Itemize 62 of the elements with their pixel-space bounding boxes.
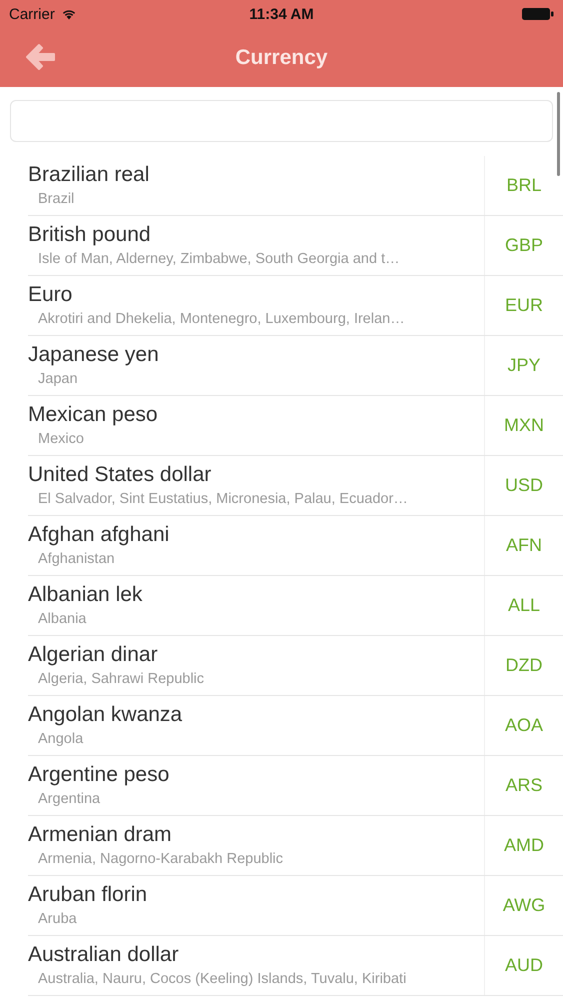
country-list: Australia, Nauru, Cocos (Keeling) Islands, Tuvalu, Kiribati xyxy=(38,968,484,990)
currency-row[interactable]: Aruban florin Aruba AWG xyxy=(28,876,563,936)
currency-row[interactable]: Mexican peso Mexico MXN xyxy=(28,396,563,456)
currency-code: DZD xyxy=(484,636,563,695)
country-list: Isle of Man, Alderney, Zimbabwe, South Georgia and t… xyxy=(38,248,484,270)
currency-row[interactable]: United States dollar El Salvador, Sint Eustatius, Micronesia, Palau, Ecuador… USD xyxy=(28,456,563,516)
search-field[interactable] xyxy=(10,100,553,142)
currency-code: GBP xyxy=(484,216,563,275)
country-list: Argentina xyxy=(38,788,484,810)
currency-name: Aruban florin xyxy=(28,882,148,908)
currency-row[interactable]: Euro Akrotiri and Dhekelia, Montenegro, Luxembourg, Irelan… EUR xyxy=(28,276,563,336)
battery-icon xyxy=(522,7,554,21)
country-list: El Salvador, Sint Eustatius, Micronesia, Palau, Ecuador… xyxy=(38,488,484,510)
currency-name: Algerian dinar xyxy=(28,642,159,668)
country-list: Japan xyxy=(38,368,484,390)
currency-code: AUD xyxy=(484,936,563,995)
currency-code: AFN xyxy=(484,516,563,575)
currency-code: ALL xyxy=(484,576,563,635)
wifi-icon xyxy=(60,8,77,20)
currency-name: British pound xyxy=(28,222,152,248)
country-list: Albania xyxy=(38,608,484,630)
country-list: Akrotiri and Dhekelia, Montenegro, Luxembourg, Irelan… xyxy=(38,308,484,330)
currency-row[interactable]: Australian dollar Australia, Nauru, Cocos (Keeling) Islands, Tuvalu, Kiribati AUD xyxy=(28,936,563,996)
currency-name: Armenian dram xyxy=(28,822,173,848)
country-list: Mexico xyxy=(38,428,484,450)
currency-code: EUR xyxy=(484,276,563,335)
currency-row[interactable]: Afghan afghani Afghanistan AFN xyxy=(28,516,563,576)
currency-name: Argentine peso xyxy=(28,762,170,788)
currency-code: AWG xyxy=(484,876,563,935)
currency-name: Japanese yen xyxy=(28,342,160,368)
screen-title: Currency xyxy=(235,46,328,70)
currency-row[interactable]: Argentine peso Argentina ARS xyxy=(28,756,563,816)
back-arrow-icon[interactable] xyxy=(26,42,56,72)
currency-name: Albanian lek xyxy=(28,582,144,608)
country-list: Afghanistan xyxy=(38,548,484,570)
currency-code: AOA xyxy=(484,696,563,755)
country-list: Brazil xyxy=(38,188,484,210)
currency-row[interactable]: Brazilian real Brazil BRL xyxy=(28,156,563,216)
country-list: Angola xyxy=(38,728,484,750)
currency-name: Australian dollar xyxy=(28,942,180,968)
currency-name: Mexican peso xyxy=(28,402,159,428)
currency-row[interactable]: British pound Isle of Man, Alderney, Zimbabwe, South Georgia and t… GBP xyxy=(28,216,563,276)
currency-name: Angolan kwanza xyxy=(28,702,184,728)
currency-row[interactable]: Armenian dram Armenia, Nagorno-Karabakh Republic AMD xyxy=(28,816,563,876)
currency-row[interactable]: Albanian lek Albania ALL xyxy=(28,576,563,636)
country-list: Aruba xyxy=(38,908,484,930)
currency-row[interactable]: Angolan kwanza Angola AOA xyxy=(28,696,563,756)
currency-code: MXN xyxy=(484,396,563,455)
carrier-label: Carrier xyxy=(9,6,55,22)
currency-code: JPY xyxy=(484,336,563,395)
currency-row[interactable]: Japanese yen Japan JPY xyxy=(28,336,563,396)
currency-row[interactable]: Algerian dinar Algeria, Sahrawi Republic DZD xyxy=(28,636,563,696)
currency-code: ARS xyxy=(484,756,563,815)
currency-code: AMD xyxy=(484,816,563,875)
currency-name: Euro xyxy=(28,282,74,308)
clock-time: 11:34 AM xyxy=(249,6,314,22)
country-list: Armenia, Nagorno-Karabakh Republic xyxy=(38,848,484,870)
country-list: Algeria, Sahrawi Republic xyxy=(38,668,484,690)
currency-code: USD xyxy=(484,456,563,515)
currency-name: Afghan afghani xyxy=(28,522,170,548)
currency-name: United States dollar xyxy=(28,462,212,488)
currency-name: Brazilian real xyxy=(28,162,150,188)
